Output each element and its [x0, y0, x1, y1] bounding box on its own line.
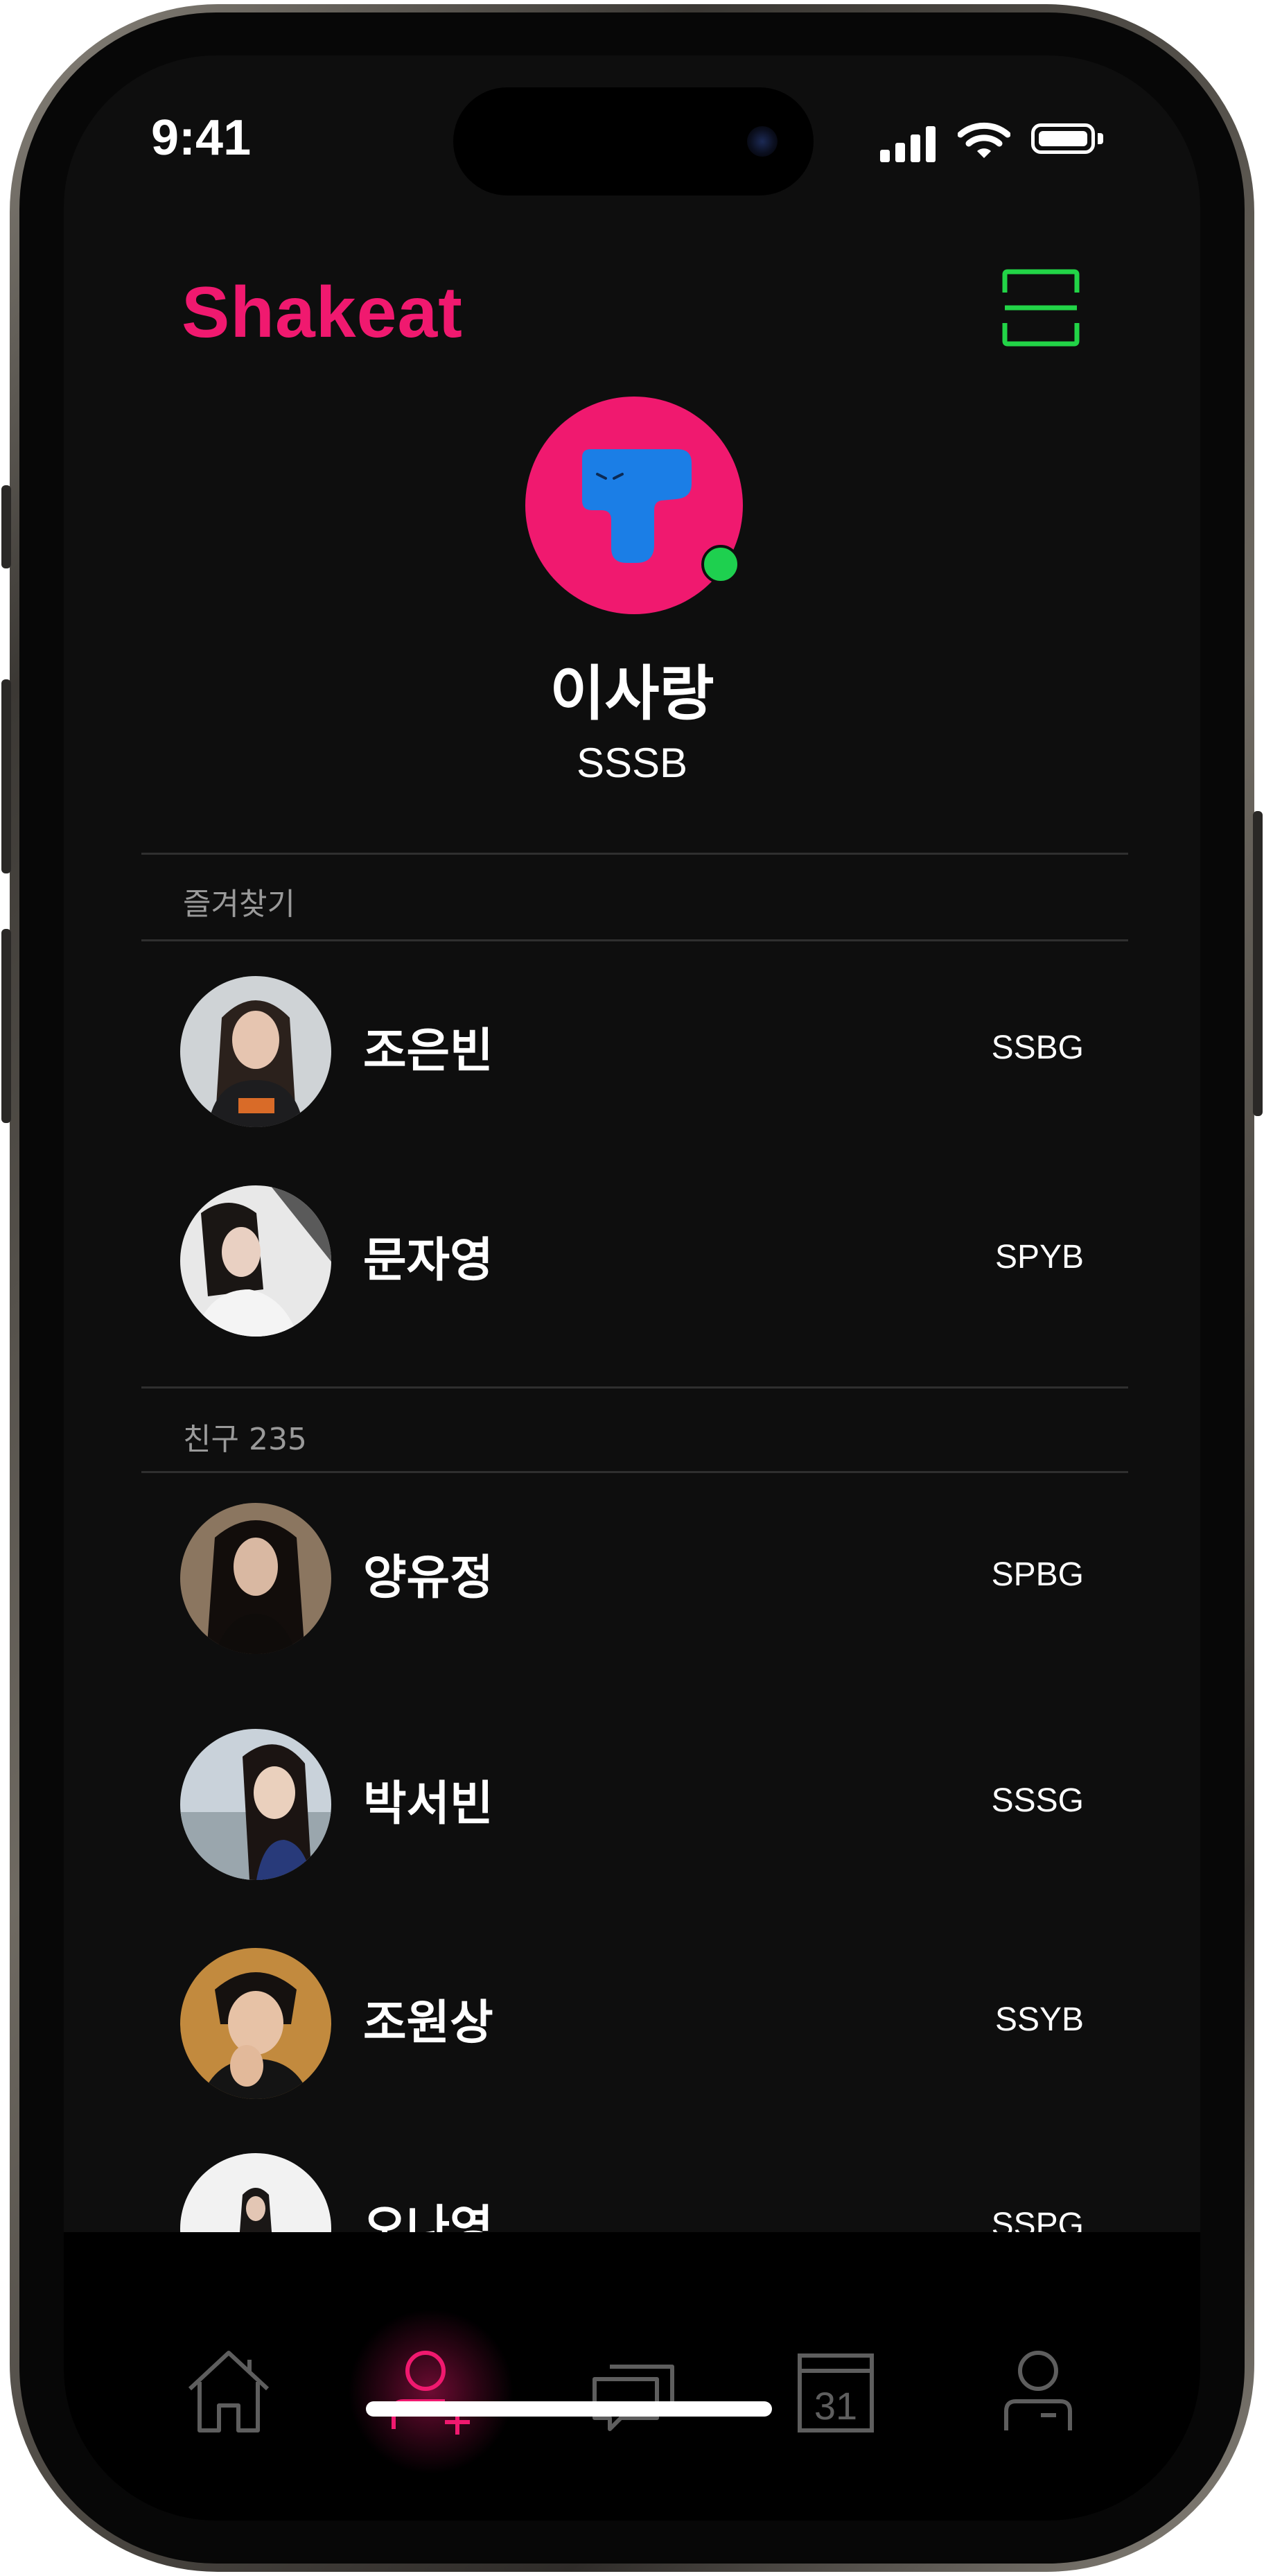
- online-status-indicator: [701, 545, 740, 584]
- tab-chat[interactable]: [585, 2343, 682, 2440]
- friend-code: SPBG: [991, 1556, 1084, 1593]
- tab-friends[interactable]: [348, 2308, 514, 2475]
- status-time: 9:41: [151, 110, 252, 166]
- divider: [141, 939, 1128, 941]
- calendar-day: 31: [814, 2384, 857, 2428]
- friend-name: 문자영: [363, 1233, 493, 1288]
- favorite-row[interactable]: 조은빈 SSBG: [141, 976, 1128, 1129]
- divider: [141, 1386, 1128, 1389]
- scan-frame-icon: [1002, 269, 1080, 347]
- home-indicator[interactable]: [366, 2401, 772, 2417]
- profile-name: 이사랑: [550, 659, 714, 729]
- friend-code: SSSG: [991, 1782, 1084, 1819]
- my-avatar[interactable]: [525, 397, 743, 614]
- favorite-row[interactable]: 문자영 SPYB: [141, 1185, 1128, 1338]
- friend-avatar: [180, 1503, 331, 1654]
- wifi-icon: [958, 122, 1010, 158]
- divider: [141, 1471, 1128, 1473]
- tab-home[interactable]: [180, 2343, 277, 2440]
- friend-avatar: [180, 2153, 331, 2232]
- friend-code: SSPG: [991, 2207, 1084, 2232]
- scan-button[interactable]: [1002, 269, 1080, 347]
- friend-avatar: [180, 1948, 331, 2099]
- friend-name: 조원상: [363, 1996, 493, 2051]
- front-camera-icon: [747, 126, 778, 157]
- friend-row[interactable]: 조원상 SSYB: [141, 1948, 1128, 2100]
- friend-name: 조은빈: [363, 1024, 493, 1079]
- dynamic-island: [453, 87, 814, 195]
- friends-label: 친구 235: [183, 1422, 307, 1457]
- app-logo: Shakeat: [182, 272, 463, 353]
- home-icon: [188, 2351, 270, 2433]
- friend-code: SSBG: [991, 1029, 1084, 1066]
- volume-down-button: [1, 929, 11, 1123]
- profile-icon: [1004, 2351, 1072, 2430]
- divider: [141, 853, 1128, 855]
- battery-tip: [1098, 133, 1103, 144]
- friend-code: SPYB: [994, 1239, 1084, 1276]
- friend-name: 오나영: [363, 2201, 493, 2232]
- friend-code: SSYB: [994, 2001, 1084, 2038]
- friend-name: 양유정: [363, 1551, 493, 1605]
- friend-row[interactable]: 양유정 SPBG: [141, 1503, 1128, 1655]
- action-button: [1, 485, 11, 568]
- power-button: [1253, 811, 1263, 1116]
- battery-icon: [1031, 123, 1095, 154]
- friend-avatar: [180, 1185, 331, 1337]
- status-icons: [880, 121, 1116, 162]
- character-icon: [582, 449, 692, 563]
- profile-code: SSSB: [576, 740, 688, 786]
- friend-name: 박서빈: [363, 1777, 493, 1831]
- friend-row[interactable]: 박서빈 SSSG: [141, 1729, 1128, 1881]
- friend-row[interactable]: 오나영 SSPG: [141, 2153, 1128, 2232]
- tab-calendar[interactable]: 31: [787, 2343, 884, 2440]
- tab-profile[interactable]: [990, 2343, 1087, 2440]
- friend-avatar: [180, 1729, 331, 1880]
- tab-bar: 31: [64, 2232, 1200, 2521]
- friend-avatar: [180, 976, 331, 1127]
- calendar-icon: 31: [798, 2353, 874, 2433]
- chat-icon: [592, 2365, 674, 2431]
- favorites-label: 즐겨찾기: [183, 887, 295, 922]
- add-friend-icon: [392, 2351, 470, 2435]
